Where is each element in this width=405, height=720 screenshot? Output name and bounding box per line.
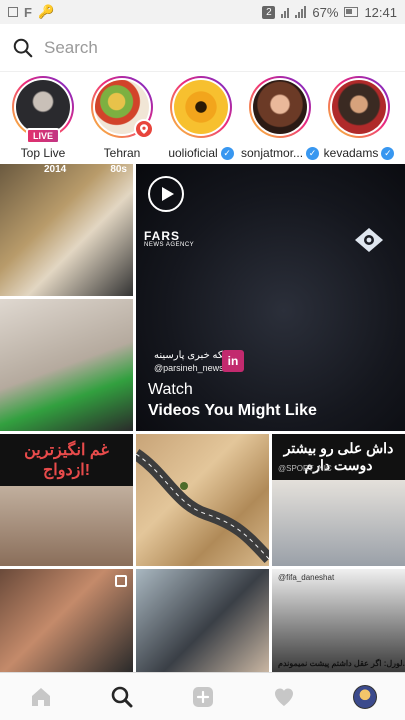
watermark-handle: @parsineh_news (154, 363, 224, 373)
story-label: sonjatmor... ✓ (241, 146, 319, 160)
verified-badge-icon: ✓ (306, 146, 319, 160)
story-ring (170, 76, 232, 138)
stories-tray: LIVE Top Live Tehran uolioficial ✓ sonjat… (0, 72, 405, 164)
story-label: Top Live (20, 146, 66, 160)
story-sonjatmor[interactable]: sonjatmor... ✓ (241, 72, 319, 164)
post-handle: @fifa_daneshat (278, 573, 335, 582)
grid-post[interactable] (136, 434, 269, 566)
search-bar[interactable] (0, 24, 405, 72)
nav-add-post[interactable] (183, 677, 223, 717)
grid-post[interactable] (136, 569, 269, 672)
story-ring: LIVE (12, 76, 74, 144)
status-left: F 🔑 (8, 4, 54, 20)
story-ring (328, 76, 390, 138)
grid-post[interactable] (0, 569, 133, 672)
search-icon (111, 686, 132, 707)
home-icon (31, 687, 50, 706)
battery-percent: 67% (312, 4, 339, 20)
notification-square-icon (8, 7, 18, 17)
status-right: 2 67% 12:41 (262, 5, 397, 20)
add-post-icon (192, 686, 213, 707)
verified-badge-icon: ✓ (220, 146, 234, 160)
video-tile[interactable]: FARS NEWS AGENCY شبکه خبری پارسینه @pars… (136, 164, 405, 431)
location-pin-icon (134, 119, 154, 139)
flipboard-icon: F (24, 4, 32, 20)
live-badge: LIVE (25, 128, 61, 144)
story-tehran[interactable]: Tehran (87, 72, 157, 164)
story-label: uolioficial ✓ (168, 146, 234, 160)
grid-post[interactable]: @fifa_daneshat لورل: اگر عقل داشتم پیشت … (272, 569, 405, 672)
story-label: kevadams ✓ (324, 146, 395, 160)
nav-search[interactable] (102, 677, 142, 717)
post-headline: غم انگیزترین ازدواج! (0, 434, 133, 486)
year-label: 80s (110, 164, 127, 175)
story-label: Tehran (103, 146, 141, 160)
story-ring (91, 76, 154, 139)
story-avatar (332, 80, 386, 134)
grid-post[interactable]: غم انگیزترین ازدواج! (0, 434, 133, 566)
year-label: 2014 (44, 164, 67, 175)
nav-profile[interactable] (345, 677, 385, 717)
explore-grid: 2014 80s FARS NEWS AGENCY شبکه خبری پارس… (0, 164, 405, 672)
search-icon (13, 38, 33, 57)
profile-avatar (352, 684, 377, 709)
story-top-live[interactable]: LIVE Top Live (8, 72, 78, 164)
post-headline: داش علی رو بیشتر دوست دارم (272, 434, 405, 480)
battery-icon (344, 7, 359, 17)
story-avatar (253, 80, 307, 134)
watermark-logo: in (222, 350, 244, 372)
activity-heart-icon (274, 688, 293, 706)
story-uolioficial[interactable]: uolioficial ✓ (166, 72, 236, 164)
grid-post[interactable]: 2014 80s (0, 164, 133, 296)
clock: 12:41 (364, 4, 397, 20)
key-icon: 🔑 (37, 4, 55, 19)
post-caption: لورل: اگر عقل داشتم پیشت نمیموندم. (278, 659, 405, 668)
story-avatar (16, 80, 70, 134)
verified-badge-icon: ✓ (381, 146, 395, 160)
multiple-posts-icon (115, 575, 127, 587)
story-avatar (174, 80, 228, 134)
road-illustration (136, 449, 269, 564)
channel-logo-icon (355, 228, 383, 252)
nav-home[interactable] (21, 677, 61, 717)
data-signal-icon (281, 6, 290, 18)
story-kevadams[interactable]: kevadams ✓ (324, 72, 395, 164)
status-bar: F 🔑 2 67% 12:41 (0, 0, 405, 24)
play-icon[interactable] (148, 176, 184, 212)
notification-count: 2 (262, 5, 276, 19)
post-handle: @SPORT_NIC (278, 464, 332, 473)
story-ring (249, 76, 311, 138)
nav-activity[interactable] (264, 677, 304, 717)
search-input[interactable] (44, 37, 344, 58)
grid-post[interactable]: داش علی رو بیشتر دوست دارم @SPORT_NIC (272, 434, 405, 566)
fars-logo: FARS NEWS AGENCY (144, 229, 195, 248)
watch-title: Watch (148, 381, 193, 398)
grid-post[interactable] (0, 299, 133, 431)
cell-signal-icon (295, 6, 307, 18)
watch-subtitle: Videos You Might Like (148, 402, 317, 419)
bottom-nav (0, 672, 405, 720)
